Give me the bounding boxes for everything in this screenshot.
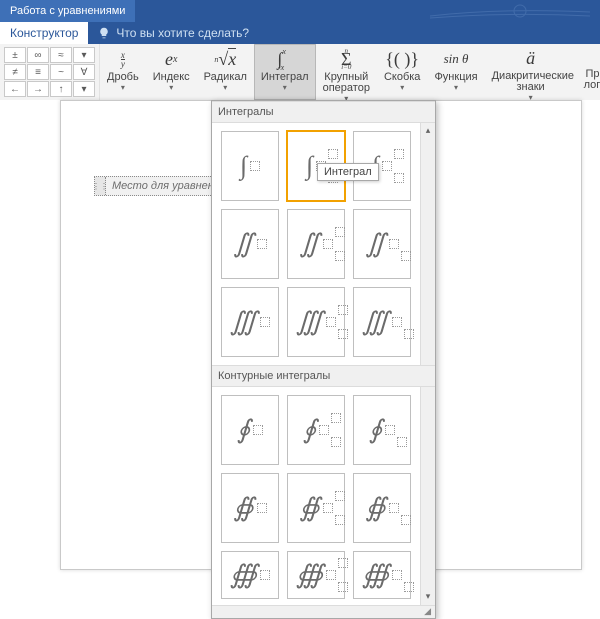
symbol-tilde[interactable]: ~ [50,64,72,80]
script-button[interactable]: ex Индекс ▾ [146,44,197,100]
tell-me-search[interactable]: Что вы хотите сделать? [88,22,259,44]
tpl-triple-integral[interactable]: ∭ [221,287,279,357]
equation-handle-icon[interactable]: ⋮⋮ [95,177,106,195]
fraction-label: Дробь [107,72,139,83]
symbol-left[interactable]: ↑ [50,81,72,97]
chevron-down-icon: ▾ [169,85,173,91]
symbol-ne[interactable]: ≠ [4,64,26,80]
function-label: Функция [434,72,477,83]
symbol-times[interactable]: ▾ [73,47,95,63]
tab-constructor[interactable]: Конструктор [0,22,88,44]
bracket-icon: {( )} [385,48,419,70]
gallery-section-contour: Контурные интегралы [212,365,435,387]
gallery-scrollbar[interactable]: ▴ [420,123,435,365]
sigma-icon: nΣi=0 [341,48,351,70]
gallery-resize-grip[interactable]: ◢ [212,605,435,618]
gallery-section-integrals: Интегралы [212,101,435,123]
script-label: Индекс [153,72,190,83]
tpl-surface-integral-sub[interactable]: ∯ [353,473,411,543]
tpl-volume-integral-sub[interactable]: ∰ [353,551,411,599]
chevron-down-icon: ▾ [223,85,227,91]
chevron-down-icon: ▾ [454,85,458,91]
scroll-down-icon[interactable]: ▾ [426,591,431,603]
integral-icon: ∫x-x [277,48,292,70]
chevron-down-icon: ▾ [400,85,404,91]
volume-templates-grid: ∰ ∰ ∰ [212,551,420,605]
tpl-double-integral-limits[interactable]: ∬ [287,209,345,279]
title-bar: Работа с уравнениями [0,0,600,22]
tpl-contour-integral-sub[interactable]: ∮ [353,395,411,465]
integral-label: Интеграл [261,72,309,83]
gallery-scrollbar-3[interactable]: ▾ [420,551,435,605]
contextual-tab-label: Работа с уравнениями [0,0,135,22]
tpl-triple-integral-limits[interactable]: ∭ [287,287,345,357]
fraction-button[interactable]: xy Дробь ▾ [100,44,146,100]
large-operator-label: Крупный оператор [323,72,370,94]
symbol-le[interactable]: ← [4,81,26,97]
resize-grip-icon: ◢ [424,606,431,618]
tell-me-placeholder: Что вы хотите сделать? [116,26,249,40]
tpl-double-integral[interactable]: ∬ [221,209,279,279]
tpl-surface-integral[interactable]: ∯ [221,473,279,543]
symbol-forall[interactable]: ∀ [73,64,95,80]
script-icon: ex [165,48,177,70]
symbol-inf[interactable]: ∞ [27,47,49,63]
tpl-double-integral-sub[interactable]: ∬ [353,209,411,279]
symbol-approx[interactable]: ≈ [50,47,72,63]
ribbon: ± ∞ ≈ ▾ ≠ ≡ ~ ∀ ← → ↑ ▾ xy Дробь ▾ ex Ин… [0,44,600,101]
symbol-pm[interactable]: ± [4,47,26,63]
limit-label: Предел и логарифм [584,69,600,91]
bracket-button[interactable]: {( )} Скобка ▾ [377,44,427,100]
gallery-scrollbar-2[interactable] [420,387,435,551]
symbol-ge[interactable]: → [27,81,49,97]
tpl-contour-integral[interactable]: ∮ [221,395,279,465]
large-operator-button[interactable]: nΣi=0 Крупный оператор ▾ [316,44,377,100]
symbol-gallery[interactable]: ± ∞ ≈ ▾ ≠ ≡ ~ ∀ ← → ↑ ▾ [0,44,100,100]
lightbulb-icon [98,27,110,39]
scroll-up-icon[interactable]: ▴ [426,125,431,137]
radical-button[interactable]: n√x Радикал ▾ [197,44,254,100]
tpl-contour-integral-limits[interactable]: ∮ [287,395,345,465]
symbol-equiv[interactable]: ≡ [27,64,49,80]
tooltip: Интеграл [317,163,379,181]
symbol-down[interactable]: ▾ [73,81,95,97]
radical-icon: n√x [214,48,236,70]
function-button[interactable]: sin θ Функция ▾ [427,44,484,100]
integral-templates-grid: ∫ ∫ ∫ ∬ ∬ ∬ ∭ ∭ ∭ [212,123,420,365]
accent-button[interactable]: ä Диакритические знаки ▾ [485,44,577,100]
contour-templates-grid: ∮ ∮ ∮ ∯ ∯ ∯ [212,387,420,551]
ribbon-tab-row: Конструктор Что вы хотите сделать? [0,22,600,44]
tpl-surface-integral-limits[interactable]: ∯ [287,473,345,543]
tpl-integral[interactable]: ∫ [221,131,279,201]
accent-label: Диакритические знаки [492,71,570,93]
decorative-swirl-icon [430,2,590,20]
tpl-volume-integral-limits[interactable]: ∰ [287,551,345,599]
radical-label: Радикал [204,72,247,83]
accent-icon: ä [526,48,535,69]
chevron-down-icon: ▾ [283,85,287,91]
tpl-triple-integral-sub[interactable]: ∭ [353,287,411,357]
bracket-label: Скобка [384,72,420,83]
integral-button[interactable]: ∫x-x Интеграл ▾ [254,44,316,100]
chevron-down-icon: ▾ [121,85,125,91]
limit-button[interactable]: limn→∞ Предел и логарифм ▾ [577,44,600,100]
function-icon: sin θ [444,48,469,70]
tpl-volume-integral[interactable]: ∰ [221,551,279,599]
fraction-icon: xy [121,48,125,70]
